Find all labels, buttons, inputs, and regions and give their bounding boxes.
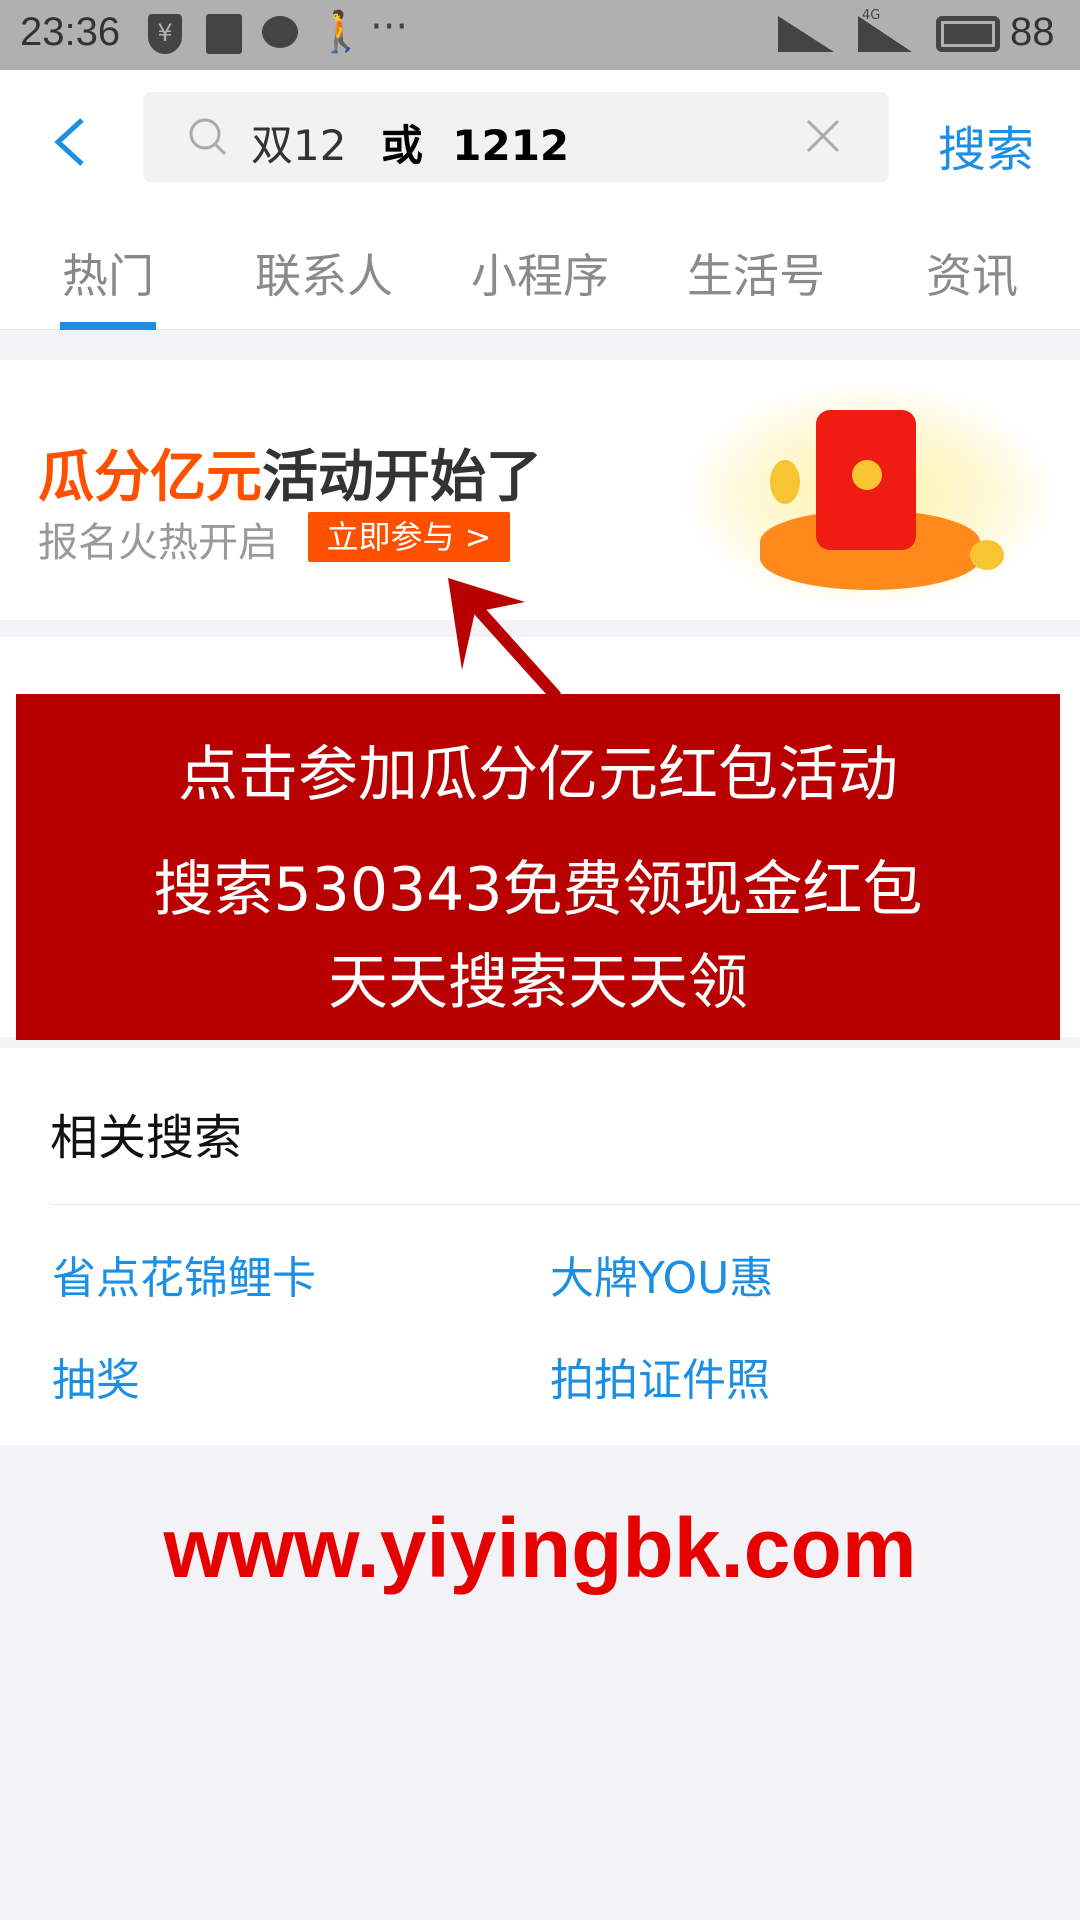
search-icon — [189, 118, 227, 156]
related-item[interactable]: 抽奖 — [52, 1344, 140, 1408]
related-item[interactable]: 拍拍证件照 — [550, 1344, 770, 1408]
active-tab-indicator — [60, 322, 156, 330]
overlay-line-1: 点击参加瓜分亿元红包活动 — [178, 740, 898, 810]
walking-icon: 🚶 — [316, 9, 366, 55]
tab-hot[interactable]: 热门 — [18, 240, 198, 306]
search-query: 双12 — [251, 121, 347, 170]
tab-bar: 热门 联系人 小程序 生活号 资讯 — [0, 210, 1080, 330]
banner-title: 瓜分亿元活动开始了 — [38, 432, 542, 513]
join-now-button[interactable]: 立即参与 > — [308, 512, 510, 562]
search-button[interactable]: 搜索 — [938, 110, 1034, 180]
watermark: www.yiyingbk.com — [163, 1501, 917, 1595]
overlay-line-3: 天天搜索天天领 — [328, 948, 748, 1018]
overlay-line-2: 搜索530343免费领现金红包 — [153, 855, 923, 925]
banner-subtitle: 报名火热开启 — [38, 520, 278, 566]
more-icon: ··· — [370, 4, 409, 50]
back-arrow-icon[interactable] — [52, 116, 86, 168]
banner-title-rest: 活动开始了 — [262, 445, 542, 510]
tab-life-accounts[interactable]: 生活号 — [666, 240, 846, 306]
status-bar: 23:36 ¥ 🚶 ··· 4G 88 — [0, 0, 1080, 70]
news-icon — [206, 14, 242, 54]
related-item[interactable]: 省点花锦鲤卡 — [52, 1242, 316, 1306]
shield-yen-icon: ¥ — [148, 14, 182, 54]
clear-icon[interactable] — [805, 118, 841, 154]
promo-overlay: 点击参加瓜分亿元红包活动 搜索530343免费领现金红包 天天搜索天天领 — [16, 694, 1060, 1040]
red-envelope-illustration — [680, 380, 1060, 610]
banner-title-highlight: 瓜分亿元 — [38, 445, 262, 510]
pointer-arrow-icon — [448, 578, 561, 700]
search-header: 双12 或 1212 搜索 — [0, 70, 1080, 210]
search-input[interactable]: 双12 或 1212 — [143, 92, 889, 182]
tab-contacts[interactable]: 联系人 — [234, 240, 414, 306]
chat-icon — [262, 16, 298, 48]
related-title: 相关搜索 — [50, 1110, 243, 1166]
tab-mini-programs[interactable]: 小程序 — [450, 240, 630, 306]
battery-icon — [936, 16, 1000, 52]
network-type: 4G — [862, 8, 881, 23]
status-time: 23:36 — [20, 10, 121, 54]
battery-level: 88 — [1010, 10, 1055, 54]
tab-news[interactable]: 资讯 — [882, 240, 1062, 306]
search-query-extra: 或 1212 — [381, 121, 570, 170]
related-searches: 相关搜索 省点花锦鲤卡 大牌YOU惠 抽奖 拍拍证件照 — [0, 1048, 1080, 1445]
related-item[interactable]: 大牌YOU惠 — [550, 1242, 773, 1306]
signal-icon — [778, 16, 834, 52]
divider — [50, 1204, 1080, 1205]
